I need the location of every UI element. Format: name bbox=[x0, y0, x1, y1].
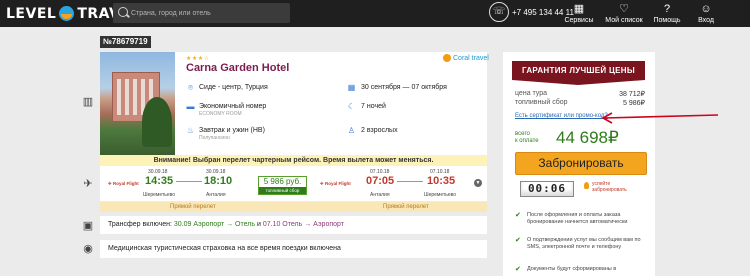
nav-services-label: Сервисы bbox=[564, 17, 594, 24]
total-label: всего к оплате bbox=[515, 131, 539, 145]
globe-icon bbox=[59, 6, 75, 21]
best-price-guarantee-banner[interactable]: ГАРАНТИЯ ЛУЧШЕЙ ЦЕНЫ bbox=[512, 61, 645, 85]
hotel-name[interactable]: Carna Garden Hotel bbox=[186, 62, 289, 74]
meal-subtitle: Полупансион bbox=[199, 135, 230, 141]
total-label-line1: всего bbox=[515, 131, 530, 137]
transfer-return: 07.10 Отель → Аэропорт bbox=[262, 221, 344, 228]
tour-price-label: цена тура bbox=[515, 90, 548, 97]
search-icon[interactable] bbox=[118, 7, 128, 17]
tour-dates: 30 сентября — 07 октября bbox=[361, 84, 447, 91]
search-input[interactable] bbox=[131, 3, 286, 23]
book-button[interactable]: Забронировать bbox=[515, 152, 647, 175]
return-departure-time: 07:05 bbox=[366, 175, 395, 187]
total-label-line2: к оплате bbox=[515, 138, 539, 144]
outbound-departure-city: Шереметьево bbox=[143, 192, 176, 198]
return-airline: Royal Flight bbox=[320, 181, 351, 187]
hotel-building-icon: ▥ bbox=[82, 96, 94, 108]
guests-count: 2 взрослых bbox=[361, 127, 398, 134]
nav-login-label: Вход bbox=[698, 17, 714, 24]
help-icon: ? bbox=[663, 3, 671, 15]
transfer-label: Трансфер включен: bbox=[108, 221, 172, 228]
phone-icon[interactable]: ☏ bbox=[489, 2, 509, 22]
room-name: Экономичный номер bbox=[199, 103, 267, 110]
tour-price-value: 38 712₽ bbox=[619, 91, 645, 98]
calendar-icon: ▦ bbox=[347, 83, 356, 92]
camera-icon: ◉ bbox=[83, 243, 93, 255]
info-check-item: После оформления и оплаты заказа брониро… bbox=[515, 212, 643, 226]
fuel-surcharge-price: 5 986 руб. bbox=[263, 177, 302, 186]
search-box bbox=[113, 3, 290, 23]
outbound-arrival-city: Анталия bbox=[206, 192, 226, 198]
flight-details-chevron-icon[interactable]: ▼ bbox=[474, 179, 482, 187]
meal-icon: ♨ bbox=[186, 126, 195, 135]
user-icon: ☺ bbox=[700, 3, 712, 15]
fuel-price-row: топливный сбор 5 986₽ bbox=[515, 99, 645, 107]
nav-login-button[interactable]: ☺ Вход bbox=[688, 2, 724, 26]
bed-icon: ▬ bbox=[186, 102, 195, 111]
return-arrival-time: 10:35 bbox=[427, 175, 456, 187]
booking-counter: 00:06 bbox=[520, 181, 574, 197]
meal-name: Завтрак и ужин (HB) bbox=[199, 127, 265, 134]
nights-count: 7 ночей bbox=[361, 103, 386, 110]
promo-code-link[interactable]: Есть сертификат или промо-код? bbox=[515, 113, 608, 119]
insurance-row: Медицинская туристическая страховка на в… bbox=[100, 240, 487, 258]
grid-icon: ▦ bbox=[573, 3, 585, 15]
red-arrow-annotation-icon bbox=[601, 112, 719, 124]
meal-plan: Завтрак и ужин (HB) Полупансион bbox=[199, 127, 265, 141]
return-arrival-city: Шереметьево bbox=[424, 192, 457, 198]
total-price: 44 698₽ bbox=[556, 128, 619, 147]
nav-my-list-button[interactable]: ♡ Мой список bbox=[602, 2, 646, 26]
airplane-icon: ✈ bbox=[83, 178, 93, 190]
hotel-stars: ★★★☆ bbox=[186, 56, 210, 62]
info-check-item: О подтверждении услуг мы сообщим вам по … bbox=[515, 237, 643, 251]
guests-icon: ♙ bbox=[347, 126, 356, 135]
outbound-direct-flight: Прямой перелет bbox=[170, 204, 216, 210]
info-check-item: Документы будут сформированы в bbox=[515, 266, 643, 273]
nav-services-button[interactable]: ▦ Сервисы bbox=[561, 2, 597, 26]
transfer-row: Трансфер включен: 30.09 Аэропорт → Отель… bbox=[100, 216, 487, 234]
transfer-outbound: 30.09 Аэропорт → Отель bbox=[173, 221, 256, 228]
room-subtitle: ECONOMY ROOM bbox=[199, 111, 242, 117]
coral-travel-icon bbox=[443, 54, 451, 62]
logo-text-left: LEVEL bbox=[6, 5, 57, 22]
tour-operator-logo: Coral travel bbox=[443, 54, 489, 62]
hotel-location: Сиде - центр, Турция bbox=[199, 84, 268, 91]
moon-icon: ☾ bbox=[347, 102, 356, 111]
nav-help-button[interactable]: ? Помощь bbox=[649, 2, 685, 26]
transfer-separator: и bbox=[256, 221, 261, 228]
counter-note: успейте забронировать bbox=[584, 181, 627, 193]
heart-icon: ♡ bbox=[619, 3, 629, 15]
return-direct-flight: Прямой перелет bbox=[383, 204, 429, 210]
fuel-price-label: топливный сбор bbox=[515, 99, 568, 106]
nav-my-list-label: Мой список bbox=[605, 17, 643, 24]
fuel-surcharge-tag: 5 986 руб. топливный сбор bbox=[258, 176, 307, 195]
outbound-arrival-time: 18:10 bbox=[204, 175, 233, 187]
counter-note-line2: забронировать bbox=[592, 187, 627, 193]
nav-help-label: Помощь bbox=[653, 17, 681, 24]
room-type: Экономичный номер ECONOMY ROOM bbox=[199, 103, 266, 117]
charter-warning: Внимание! Выбран перелет чартерным рейсо… bbox=[100, 155, 487, 166]
location-pin-icon: ⌾ bbox=[188, 83, 193, 92]
outbound-departure-time: 14:35 bbox=[145, 175, 174, 187]
order-number: №78679719 bbox=[100, 36, 151, 48]
tour-price-row: цена тура 38 712₽ bbox=[515, 90, 645, 98]
tour-operator-name: Coral travel bbox=[453, 54, 489, 62]
return-departure-city: Анталия bbox=[370, 192, 390, 198]
hotel-photo[interactable] bbox=[100, 52, 175, 155]
fuel-surcharge-label: топливный сбор bbox=[259, 187, 306, 194]
outbound-airline: Royal Flight bbox=[108, 181, 139, 187]
fuel-price-value: 5 986₽ bbox=[623, 100, 645, 107]
bus-icon: ▣ bbox=[82, 220, 94, 232]
